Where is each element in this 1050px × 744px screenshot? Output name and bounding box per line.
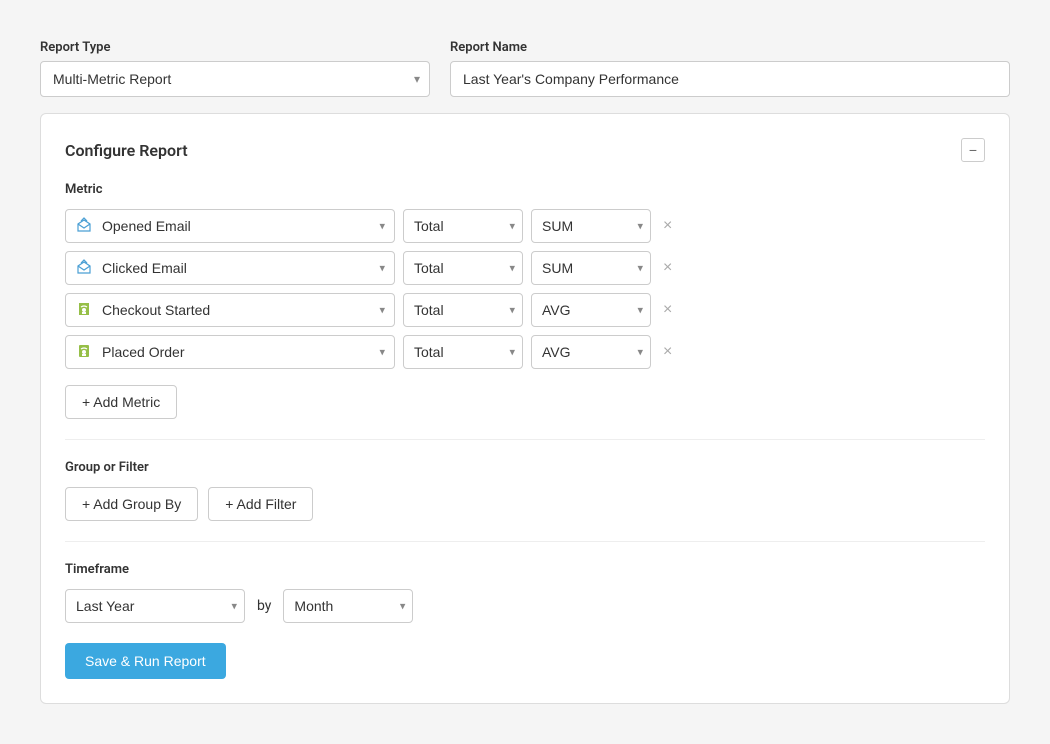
save-run-report-button[interactable]: Save & Run Report — [65, 643, 226, 679]
add-group-by-button[interactable]: + Add Group By — [65, 487, 198, 521]
report-type-label: Report Type — [40, 40, 430, 55]
report-name-label: Report Name — [450, 40, 1010, 55]
checkout-started-agg2-select[interactable]: SUM AVG MIN MAX — [531, 293, 651, 327]
timeframe-select-wrapper: Last Year Last 30 Days Last 90 Days This… — [65, 589, 245, 623]
placed-order-agg1-select[interactable]: Total Unique — [403, 335, 523, 369]
opened-email-agg1-wrapper: Total Unique ▾ — [403, 209, 523, 243]
timeframe-label: Timeframe — [65, 562, 985, 577]
checkout-started-select[interactable]: Checkout Started — [65, 293, 395, 327]
placed-order-agg2-select[interactable]: SUM AVG MIN MAX — [531, 335, 651, 369]
period-select-wrapper: Month Week Day Quarter Year ▾ — [283, 589, 413, 623]
clicked-email-agg1-select[interactable]: Total Unique — [403, 251, 523, 285]
panel-title: Configure Report — [65, 141, 188, 160]
placed-order-select[interactable]: Placed Order — [65, 335, 395, 369]
opened-email-select[interactable]: Opened Email — [65, 209, 395, 243]
checkout-started-agg1-wrapper: Total Unique ▾ — [403, 293, 523, 327]
add-metric-button[interactable]: + Add Metric — [65, 385, 177, 419]
checkout-started-agg1-select[interactable]: Total Unique — [403, 293, 523, 327]
metric-section-label: Metric — [65, 182, 985, 197]
period-select[interactable]: Month Week Day Quarter Year — [283, 589, 413, 623]
report-type-select[interactable]: Multi-Metric Report Single Metric Report — [40, 61, 430, 97]
add-filter-button[interactable]: + Add Filter — [208, 487, 313, 521]
page-wrapper: Report Type Multi-Metric Report Single M… — [20, 20, 1030, 724]
placed-order-select-wrapper: Placed Order ▾ — [65, 335, 395, 369]
main-container: Report Type Multi-Metric Report Single M… — [40, 40, 1010, 704]
placed-order-remove-button[interactable]: × — [659, 340, 676, 364]
timeframe-select[interactable]: Last Year Last 30 Days Last 90 Days This… — [65, 589, 245, 623]
divider-2 — [65, 541, 985, 542]
checkout-started-remove-button[interactable]: × — [659, 298, 676, 322]
panel-header: Configure Report − — [65, 138, 985, 162]
clicked-email-select-wrapper: Clicked Email ▾ — [65, 251, 395, 285]
configure-panel: Configure Report − Metric Opene — [40, 113, 1010, 704]
metric-row-checkout-started: Checkout Started ▾ Total Unique ▾ SUM AV… — [65, 293, 985, 327]
placed-order-agg1-wrapper: Total Unique ▾ — [403, 335, 523, 369]
metric-row-placed-order: Placed Order ▾ Total Unique ▾ SUM AVG MI — [65, 335, 985, 369]
clicked-email-remove-button[interactable]: × — [659, 256, 676, 280]
timeframe-row: Last Year Last 30 Days Last 90 Days This… — [65, 589, 985, 623]
checkout-started-select-wrapper: Checkout Started ▾ — [65, 293, 395, 327]
clicked-email-select[interactable]: Clicked Email — [65, 251, 395, 285]
clicked-email-agg2-wrapper: SUM AVG MIN MAX ▾ — [531, 251, 651, 285]
top-row: Report Type Multi-Metric Report Single M… — [40, 40, 1010, 97]
report-type-select-wrapper: Multi-Metric Report Single Metric Report… — [40, 61, 430, 97]
divider-1 — [65, 439, 985, 440]
metric-row-clicked-email: Clicked Email ▾ Total Unique ▾ SUM AVG M — [65, 251, 985, 285]
collapse-button[interactable]: − — [961, 138, 985, 162]
by-text: by — [257, 598, 271, 614]
metric-row-opened-email: Opened Email ▾ Total Unique ▾ SUM AVG MI — [65, 209, 985, 243]
clicked-email-agg2-select[interactable]: SUM AVG MIN MAX — [531, 251, 651, 285]
clicked-email-agg1-wrapper: Total Unique ▾ — [403, 251, 523, 285]
report-name-input[interactable] — [450, 61, 1010, 97]
opened-email-agg1-select[interactable]: Total Unique — [403, 209, 523, 243]
group-filter-label: Group or Filter — [65, 460, 985, 475]
checkout-started-agg2-wrapper: SUM AVG MIN MAX ▾ — [531, 293, 651, 327]
opened-email-agg2-wrapper: SUM AVG MIN MAX ▾ — [531, 209, 651, 243]
report-name-group: Report Name — [450, 40, 1010, 97]
opened-email-remove-button[interactable]: × — [659, 214, 676, 238]
placed-order-agg2-wrapper: SUM AVG MIN MAX ▾ — [531, 335, 651, 369]
opened-email-select-wrapper: Opened Email ▾ — [65, 209, 395, 243]
group-filter-row: + Add Group By + Add Filter — [65, 487, 985, 521]
opened-email-agg2-select[interactable]: SUM AVG MIN MAX — [531, 209, 651, 243]
report-type-group: Report Type Multi-Metric Report Single M… — [40, 40, 430, 97]
